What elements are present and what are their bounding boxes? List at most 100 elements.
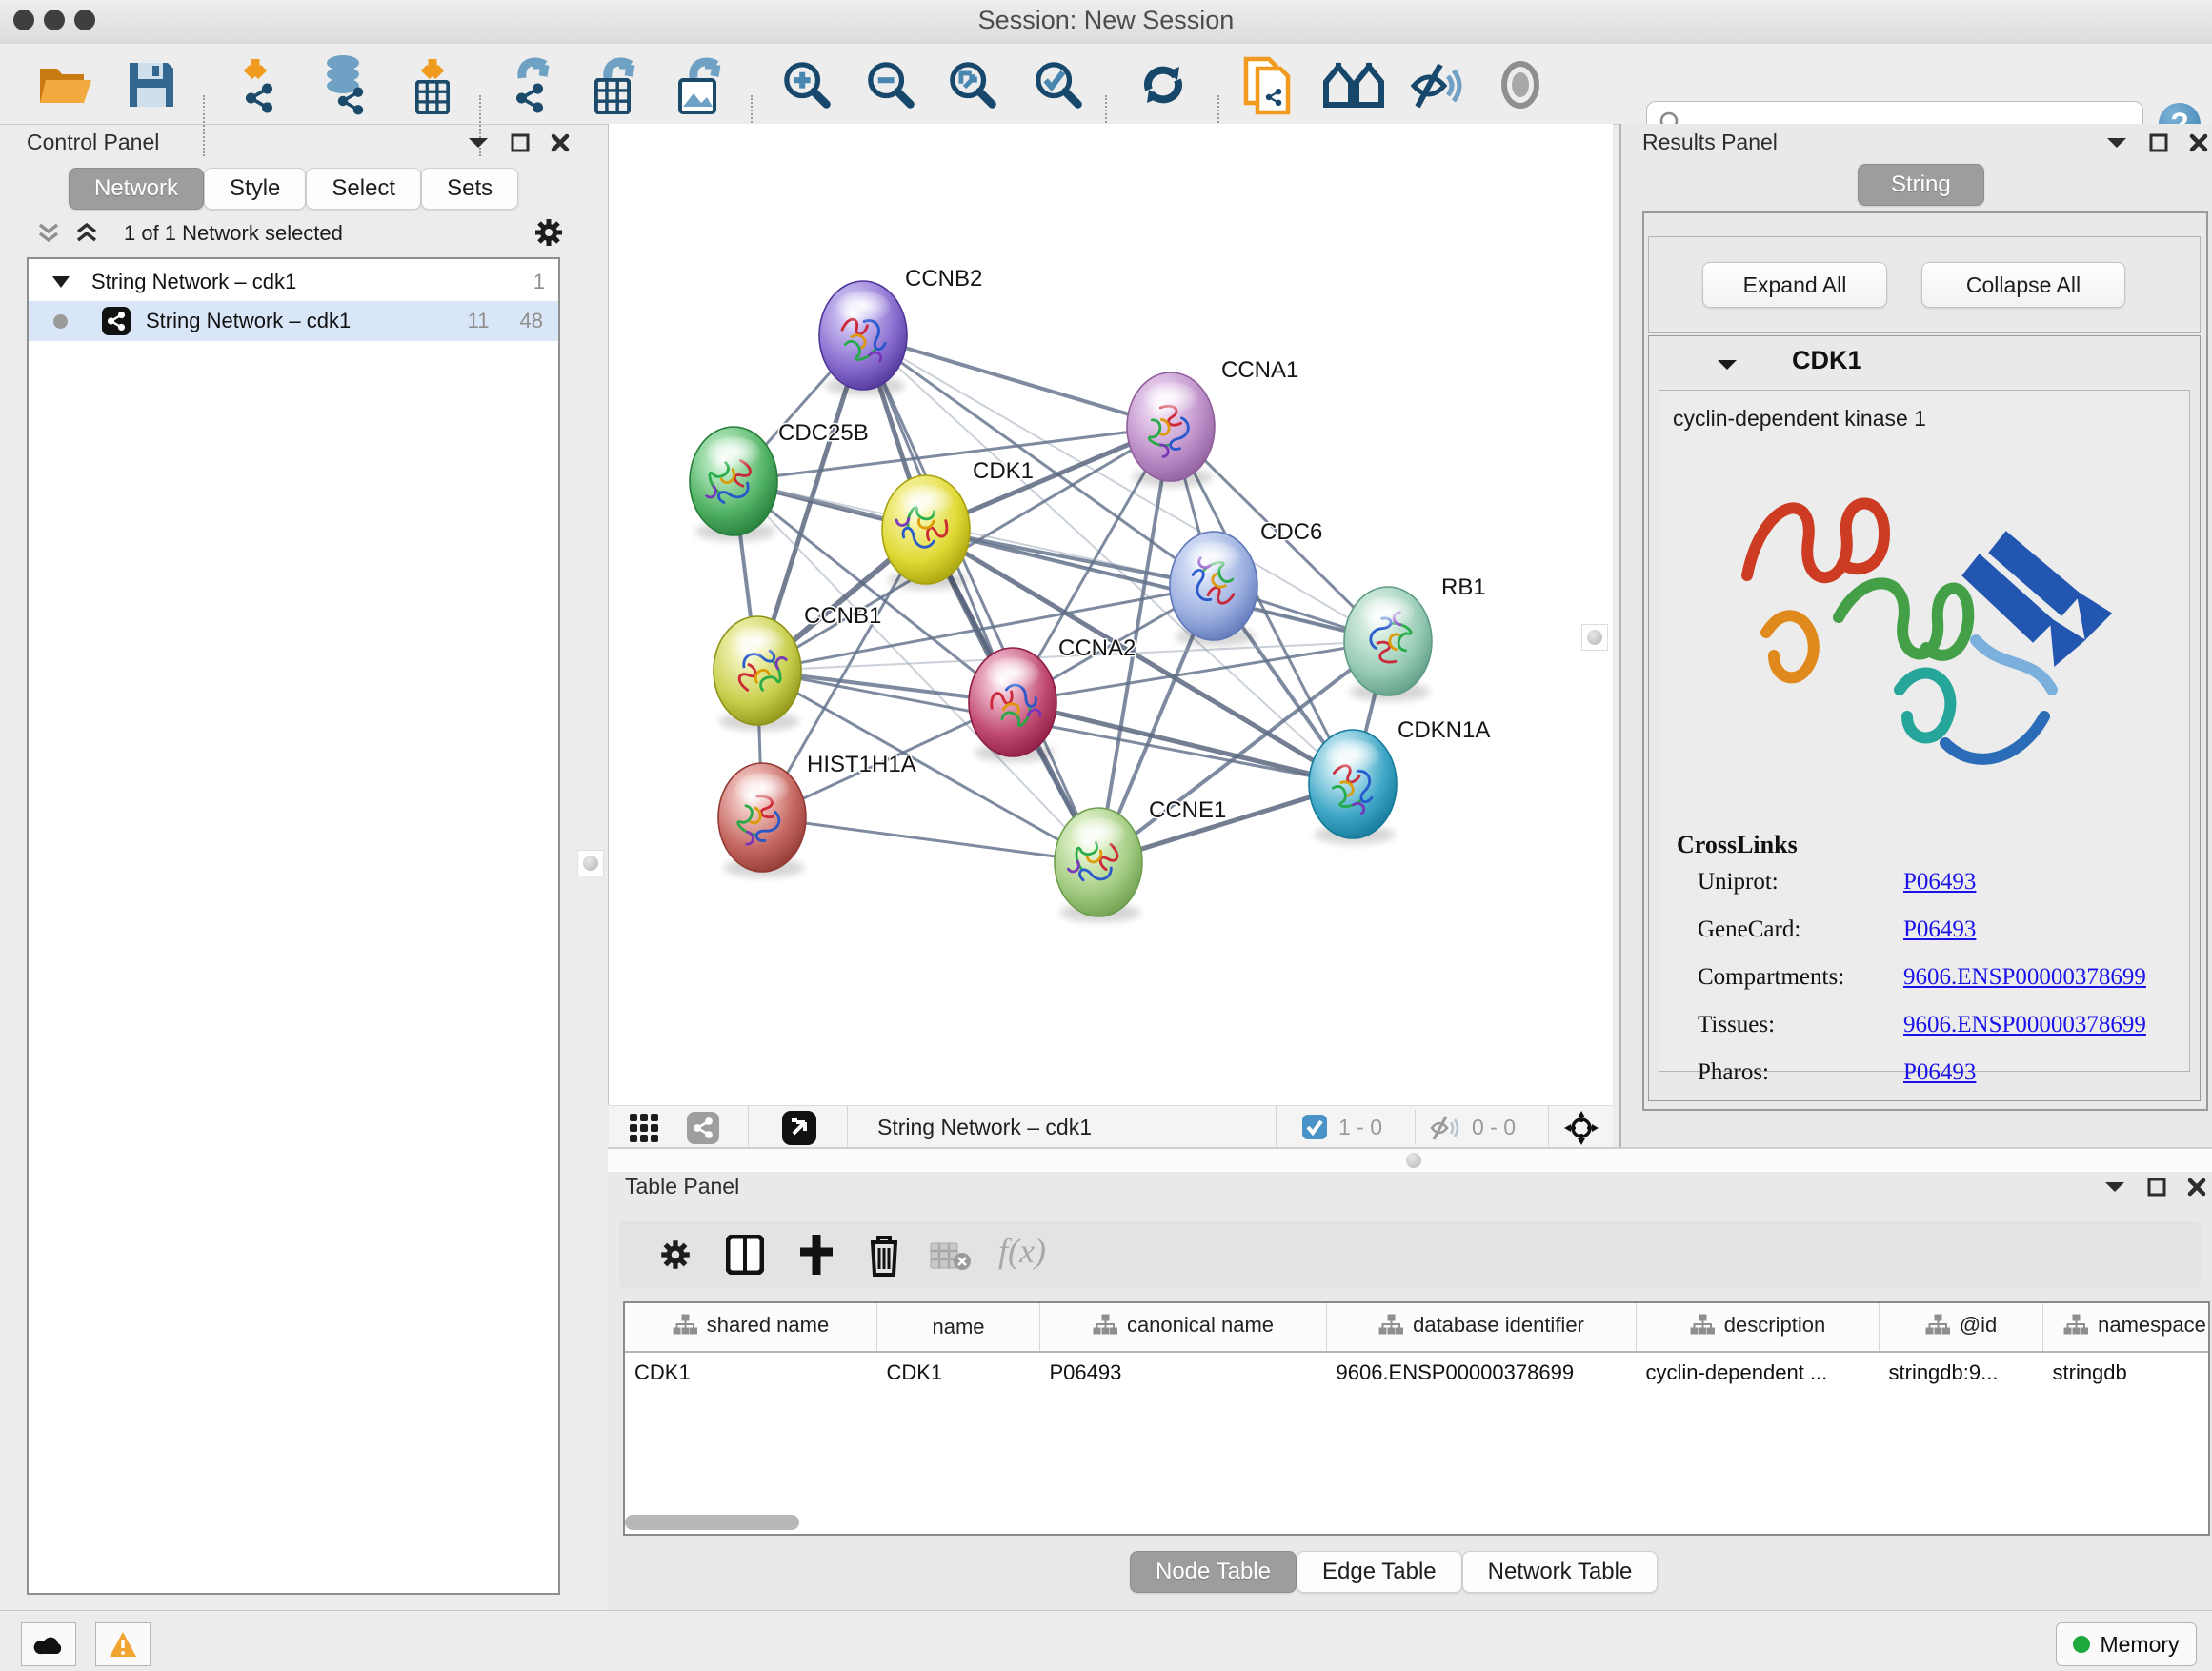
crosslink-value-link[interactable]: P06493	[1903, 916, 1976, 943]
export-table-button[interactable]	[587, 53, 646, 116]
panel-collapse-icon[interactable]	[2105, 135, 2128, 151]
selected-checkbox-icon[interactable]	[1302, 1115, 1327, 1139]
panel-collapse-icon[interactable]	[467, 135, 490, 151]
network-options-gear-icon[interactable]	[532, 215, 566, 250]
memory-button[interactable]: Memory	[2056, 1622, 2197, 1666]
node-CCNB2[interactable]: CCNB2	[819, 266, 982, 395]
horizontal-scrollbar[interactable]	[625, 1515, 799, 1530]
column-tree-icon	[1378, 1314, 1403, 1337]
tree-expander-icon[interactable]	[51, 275, 70, 289]
expand-collapse-box: Expand All Collapse All	[1648, 236, 2201, 333]
tab-string[interactable]: String	[1858, 164, 1984, 206]
node-CDC25B[interactable]: CDC25B	[690, 420, 869, 541]
automation-button[interactable]	[21, 1622, 76, 1666]
open-session-button[interactable]	[36, 61, 95, 109]
show-grid-icon[interactable]	[630, 1114, 660, 1142]
right-divider-grip[interactable]	[1581, 624, 1608, 651]
warnings-button[interactable]	[95, 1622, 151, 1666]
crosslink-row: Pharos:P06493	[1698, 1059, 2174, 1086]
crosslink-value-link[interactable]: P06493	[1903, 869, 1976, 896]
panel-close-icon[interactable]	[2187, 1178, 2206, 1197]
panel-float-icon[interactable]	[2147, 1178, 2166, 1197]
panel-close-icon[interactable]	[2189, 133, 2208, 152]
node-CDC6[interactable]: CDC6	[1170, 519, 1322, 646]
import-table-button[interactable]	[404, 55, 461, 114]
string-network-icon	[102, 307, 131, 335]
zoom-selected-button[interactable]	[1031, 57, 1086, 112]
panel-float-icon[interactable]	[511, 133, 530, 152]
save-session-button[interactable]	[126, 59, 177, 111]
network-share-icon[interactable]	[687, 1112, 719, 1144]
zoom-fit-button[interactable]	[945, 57, 1000, 112]
clone-network-button[interactable]	[1240, 53, 1297, 116]
expand-all-button[interactable]: Expand All	[1702, 262, 1887, 308]
function-builder-icon[interactable]: f(x)	[998, 1231, 1046, 1271]
panel-collapse-icon[interactable]	[2103, 1179, 2126, 1195]
column-header-database-identifier[interactable]: database identifier	[1327, 1303, 1637, 1352]
crosslink-value-link[interactable]: 9606.ENSP00000378699	[1903, 964, 2146, 991]
column-header-name[interactable]: name	[877, 1303, 1040, 1352]
export-network-button[interactable]	[503, 53, 562, 116]
column-header-canonical-name[interactable]: canonical name	[1040, 1303, 1327, 1352]
network-canvas[interactable]: CCNB2CCNA1CDC25BCDK1CDC6RB1CCNB1CCNA2CDK…	[608, 124, 1613, 1105]
zoom-out-button[interactable]	[863, 57, 918, 112]
crosslink-label: Compartments:	[1698, 964, 1903, 991]
table-tabs: Node TableEdge TableNetwork Table	[1130, 1551, 1658, 1593]
crosslink-value-link[interactable]: 9606.ENSP00000378699	[1903, 1012, 2146, 1038]
fit-selected-crosshair-icon[interactable]	[1563, 1110, 1599, 1146]
edge-HIST1H1A-CCNE1[interactable]	[762, 817, 1098, 862]
collapse-all-button[interactable]: Collapse All	[1921, 262, 2125, 308]
section-expander-icon[interactable]	[1716, 357, 1739, 372]
delete-column-icon[interactable]	[865, 1233, 903, 1277]
tab-network[interactable]: Network	[69, 168, 204, 210]
tab-select[interactable]: Select	[306, 168, 421, 210]
table-panel-title: Table Panel	[625, 1174, 739, 1199]
refresh-layout-button[interactable]	[1136, 59, 1191, 111]
collapse-all-networks-icon[interactable]	[36, 221, 61, 246]
gene-name: CDK1	[1792, 346, 1862, 375]
delete-table-icon[interactable]	[930, 1242, 972, 1271]
crosslink-value-link[interactable]: P06493	[1903, 1059, 1976, 1086]
crosslinks-list: Uniprot:P06493GeneCard:P06493Compartment…	[1698, 869, 2174, 1107]
table-row[interactable]: CDK1CDK1P064939606.ENSP00000378699cyclin…	[625, 1352, 2210, 1393]
eye-button[interactable]	[1496, 59, 1545, 111]
birdseye-view-icon[interactable]	[782, 1111, 816, 1145]
column-header-description[interactable]: description	[1637, 1303, 1880, 1352]
left-divider-grip[interactable]	[577, 850, 604, 876]
export-image-button[interactable]	[671, 53, 730, 116]
select-columns-icon[interactable]	[726, 1235, 764, 1275]
tab-edge-table[interactable]: Edge Table	[1297, 1551, 1462, 1593]
tab-style[interactable]: Style	[204, 168, 306, 210]
network-row-selected[interactable]: String Network – cdk1 11 48	[29, 301, 558, 341]
table-gear-icon[interactable]	[657, 1237, 694, 1273]
node-RB1[interactable]: RB1	[1344, 574, 1486, 701]
expand-all-networks-icon[interactable]	[74, 221, 99, 246]
panel-close-icon[interactable]	[551, 133, 570, 152]
edge-CCNB2-CCNA1[interactable]	[863, 335, 1171, 427]
first-neighbors-button[interactable]	[1322, 61, 1385, 109]
hidden-eye-slash-icon[interactable]	[1430, 1116, 1460, 1140]
network-collection-row[interactable]: String Network – cdk1 1	[29, 259, 558, 301]
crosslink-label: Pharos:	[1698, 1059, 1903, 1086]
node-HIST1H1A[interactable]: HIST1H1A	[718, 752, 916, 877]
column-header--id[interactable]: @id	[1880, 1303, 2043, 1352]
node-CDKN1A[interactable]: CDKN1A	[1309, 717, 1490, 844]
table-divider-strip[interactable]	[608, 1147, 2212, 1174]
show-hide-graphics-button[interactable]	[1408, 59, 1465, 111]
node-CCNA2[interactable]: CCNA2	[969, 635, 1136, 762]
tab-node-table[interactable]: Node Table	[1130, 1551, 1297, 1593]
node-CCNE1[interactable]: CCNE1	[1055, 797, 1226, 922]
import-network-database-button[interactable]	[314, 53, 375, 116]
edge-CCNB2-CCNE1[interactable]	[863, 335, 1098, 862]
import-network-file-button[interactable]	[231, 55, 290, 114]
add-column-icon[interactable]	[796, 1233, 836, 1277]
network-graph[interactable]: CCNB2CCNA1CDC25BCDK1CDC6RB1CCNB1CCNA2CDK…	[609, 124, 1613, 1105]
column-header-namespace[interactable]: namespace	[2043, 1303, 2211, 1352]
column-header-shared-name[interactable]: shared name	[625, 1303, 877, 1352]
toolbar-divider	[1548, 1106, 1549, 1148]
zoom-in-button[interactable]	[779, 57, 835, 112]
tab-network-table[interactable]: Network Table	[1462, 1551, 1659, 1593]
tab-sets[interactable]: Sets	[421, 168, 518, 210]
main-toolbar: ?	[0, 44, 2212, 125]
panel-float-icon[interactable]	[2149, 133, 2168, 152]
